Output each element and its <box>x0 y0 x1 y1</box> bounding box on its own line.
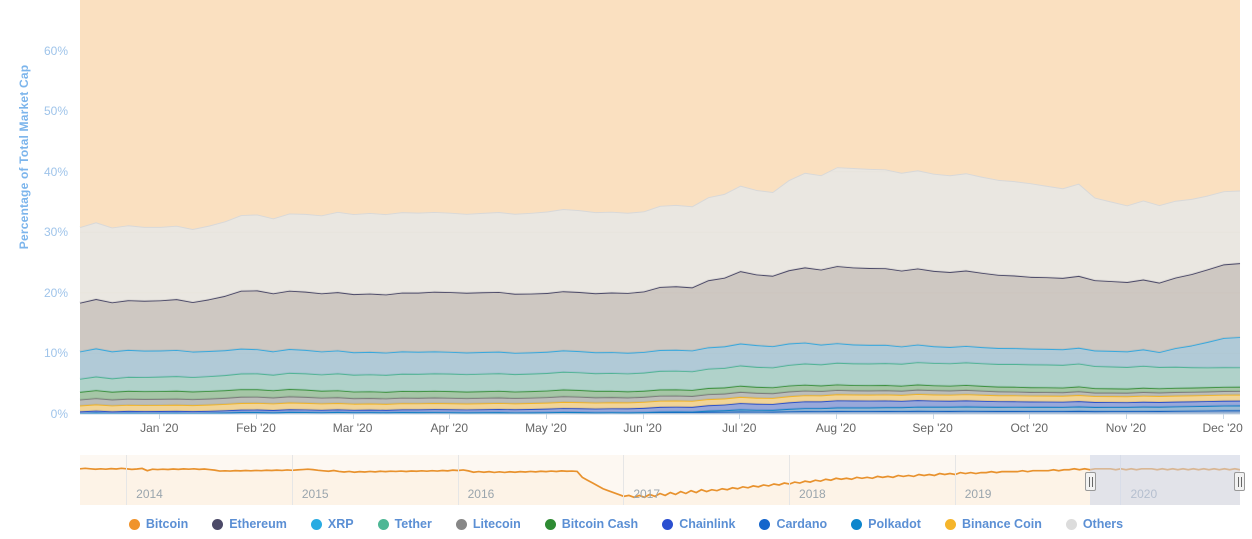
x-axis-tick-label: Jul '20 <box>722 421 757 435</box>
market-cap-dominance-chart: Percentage of Total Market Cap 0% 10% 20% 3… <box>0 0 1252 539</box>
navigator-gridline <box>291 455 293 505</box>
legend-color-swatch <box>1065 518 1077 530</box>
legend-item-tether[interactable]: Tether <box>377 517 432 531</box>
navigator-year-label: 2017 <box>633 487 661 501</box>
chart-legend: Bitcoin Ethereum XRP Tether Litecoin Bitcoin … <box>0 517 1252 531</box>
legend-label: Bitcoin <box>145 517 189 531</box>
navigator-year-label: 2015 <box>301 487 329 501</box>
legend-color-swatch <box>455 518 467 530</box>
legend-label: Chainlink <box>679 517 736 531</box>
legend-item-xrp[interactable]: XRP <box>310 517 354 531</box>
navigator-year-label: 2016 <box>467 487 495 501</box>
x-axis-tick-label: Mar '20 <box>332 421 373 435</box>
navigator-gridline <box>954 455 956 505</box>
legend-color-swatch <box>544 518 556 530</box>
legend-color-swatch <box>944 518 956 530</box>
stacked-area-plot[interactable] <box>0 0 1252 415</box>
navigator-left-handle[interactable] <box>1085 472 1096 491</box>
legend-item-litecoin[interactable]: Litecoin <box>455 517 521 531</box>
legend-label: Others <box>1082 517 1124 531</box>
x-axis-tick-label: Aug '20 <box>815 421 857 435</box>
legend-label: Binance Coin <box>961 517 1042 531</box>
legend-item-bitcoin[interactable]: Bitcoin <box>128 517 189 531</box>
legend-color-swatch <box>759 518 771 530</box>
x-axis-tick-label: Apr '20 <box>430 421 469 435</box>
x-axis-tick-label: Jan '20 <box>140 421 179 435</box>
legend-label: XRP <box>327 517 354 531</box>
x-axis-tick-label: May '20 <box>525 421 567 435</box>
legend-color-swatch <box>128 518 140 530</box>
x-axis-tick-label: Oct '20 <box>1010 421 1049 435</box>
legend-label: Bitcoin Cash <box>561 517 639 531</box>
navigator-year-label: 2019 <box>964 487 992 501</box>
navigator-gridline <box>789 455 791 505</box>
legend-item-cardano[interactable]: Cardano <box>759 517 827 531</box>
legend-color-swatch <box>212 518 224 530</box>
legend-item-others[interactable]: Others <box>1065 517 1124 531</box>
legend-color-swatch <box>377 518 389 530</box>
navigator-gridline <box>457 455 459 505</box>
x-axis-tick-label: Dec '20 <box>1202 421 1243 435</box>
legend-color-swatch <box>851 518 863 530</box>
legend-color-swatch <box>662 518 674 530</box>
navigator-selection-mask[interactable] <box>1090 455 1240 505</box>
x-axis-tick-label: Feb '20 <box>236 421 276 435</box>
legend-item-binance-coin[interactable]: Binance Coin <box>944 517 1042 531</box>
x-axis-tick-label: Nov '20 <box>1105 421 1147 435</box>
legend-item-chainlink[interactable]: Chainlink <box>662 517 735 531</box>
legend-item-polkadot[interactable]: Polkadot <box>851 517 921 531</box>
legend-item-ethereum[interactable]: Ethereum <box>212 517 287 531</box>
navigator-gridline <box>623 455 625 505</box>
x-axis-tick-label: Jun '20 <box>623 421 662 435</box>
legend-label: Litecoin <box>472 517 521 531</box>
navigator-year-label: 2018 <box>799 487 826 501</box>
legend-label: Cardano <box>776 517 828 531</box>
legend-item-bitcoin-cash[interactable]: Bitcoin Cash <box>544 517 639 531</box>
navigator-year-label: 2014 <box>136 487 163 501</box>
navigator-gridline <box>126 455 128 505</box>
legend-color-swatch <box>310 518 322 530</box>
legend-label: Ethereum <box>229 517 287 531</box>
navigator-right-handle[interactable] <box>1234 472 1245 491</box>
legend-label: Polkadot <box>868 517 921 531</box>
legend-label: Tether <box>394 517 432 531</box>
range-navigator[interactable]: 2014201520162017201820192020 <box>80 455 1245 505</box>
x-axis-tick-label: Sep '20 <box>912 421 953 435</box>
